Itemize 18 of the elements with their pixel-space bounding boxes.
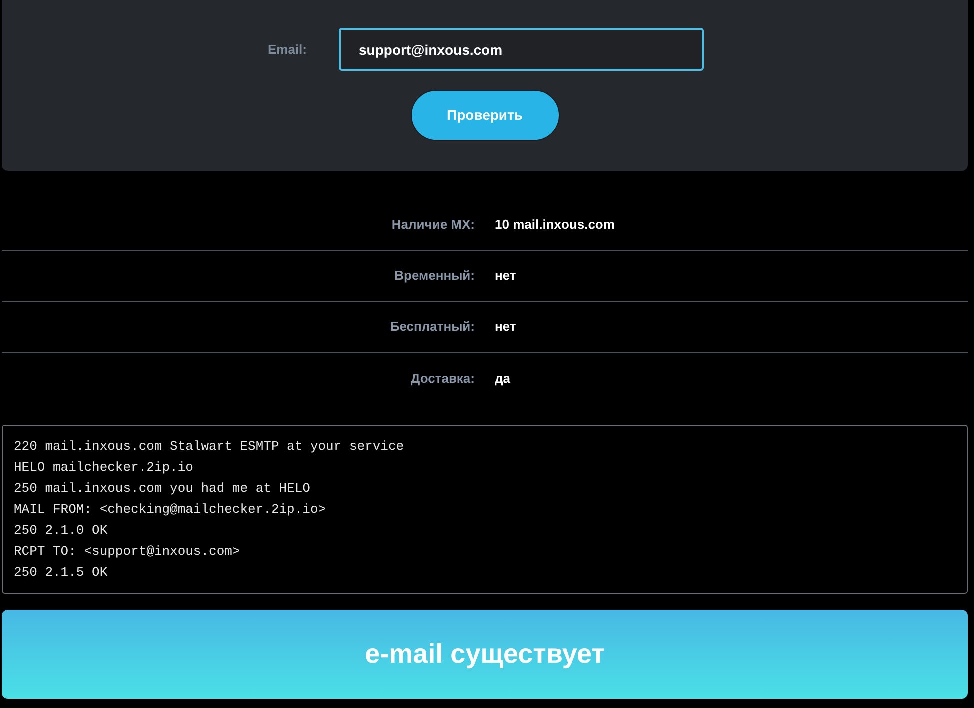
result-value: нет	[495, 267, 516, 286]
smtp-log-line: 250 mail.inxous.com you had me at HELO	[14, 480, 310, 498]
smtp-log-line: MAIL FROM: <checking@mailchecker.2ip.io>	[14, 501, 326, 519]
smtp-log-line: 250 2.1.0 OK	[14, 522, 108, 540]
result-label: Доставка:	[410, 370, 475, 388]
result-value: да	[495, 370, 510, 388]
result-label: Наличие MX:	[390, 216, 475, 234]
result-label: Временный:	[394, 267, 475, 286]
smtp-log-line: HELO mailchecker.2ip.io	[14, 459, 194, 477]
smtp-log-line: 250 2.1.5 OK	[14, 564, 108, 582]
verdict-text: e-mail существует	[365, 638, 605, 672]
result-label: Бесплатный:	[389, 318, 475, 336]
smtp-log-line: 220 mail.inxous.com Stalwart ESMTP at your service	[14, 438, 404, 456]
smtp-log-line: RCPT TO: <support@inxous.com>	[14, 543, 240, 561]
result-value: 10 mail.inxous.com	[495, 216, 615, 234]
email-input-field[interactable]: support@inxous.com	[339, 28, 704, 71]
email-label: Email:	[266, 40, 307, 59]
result-value: нет	[495, 318, 516, 336]
